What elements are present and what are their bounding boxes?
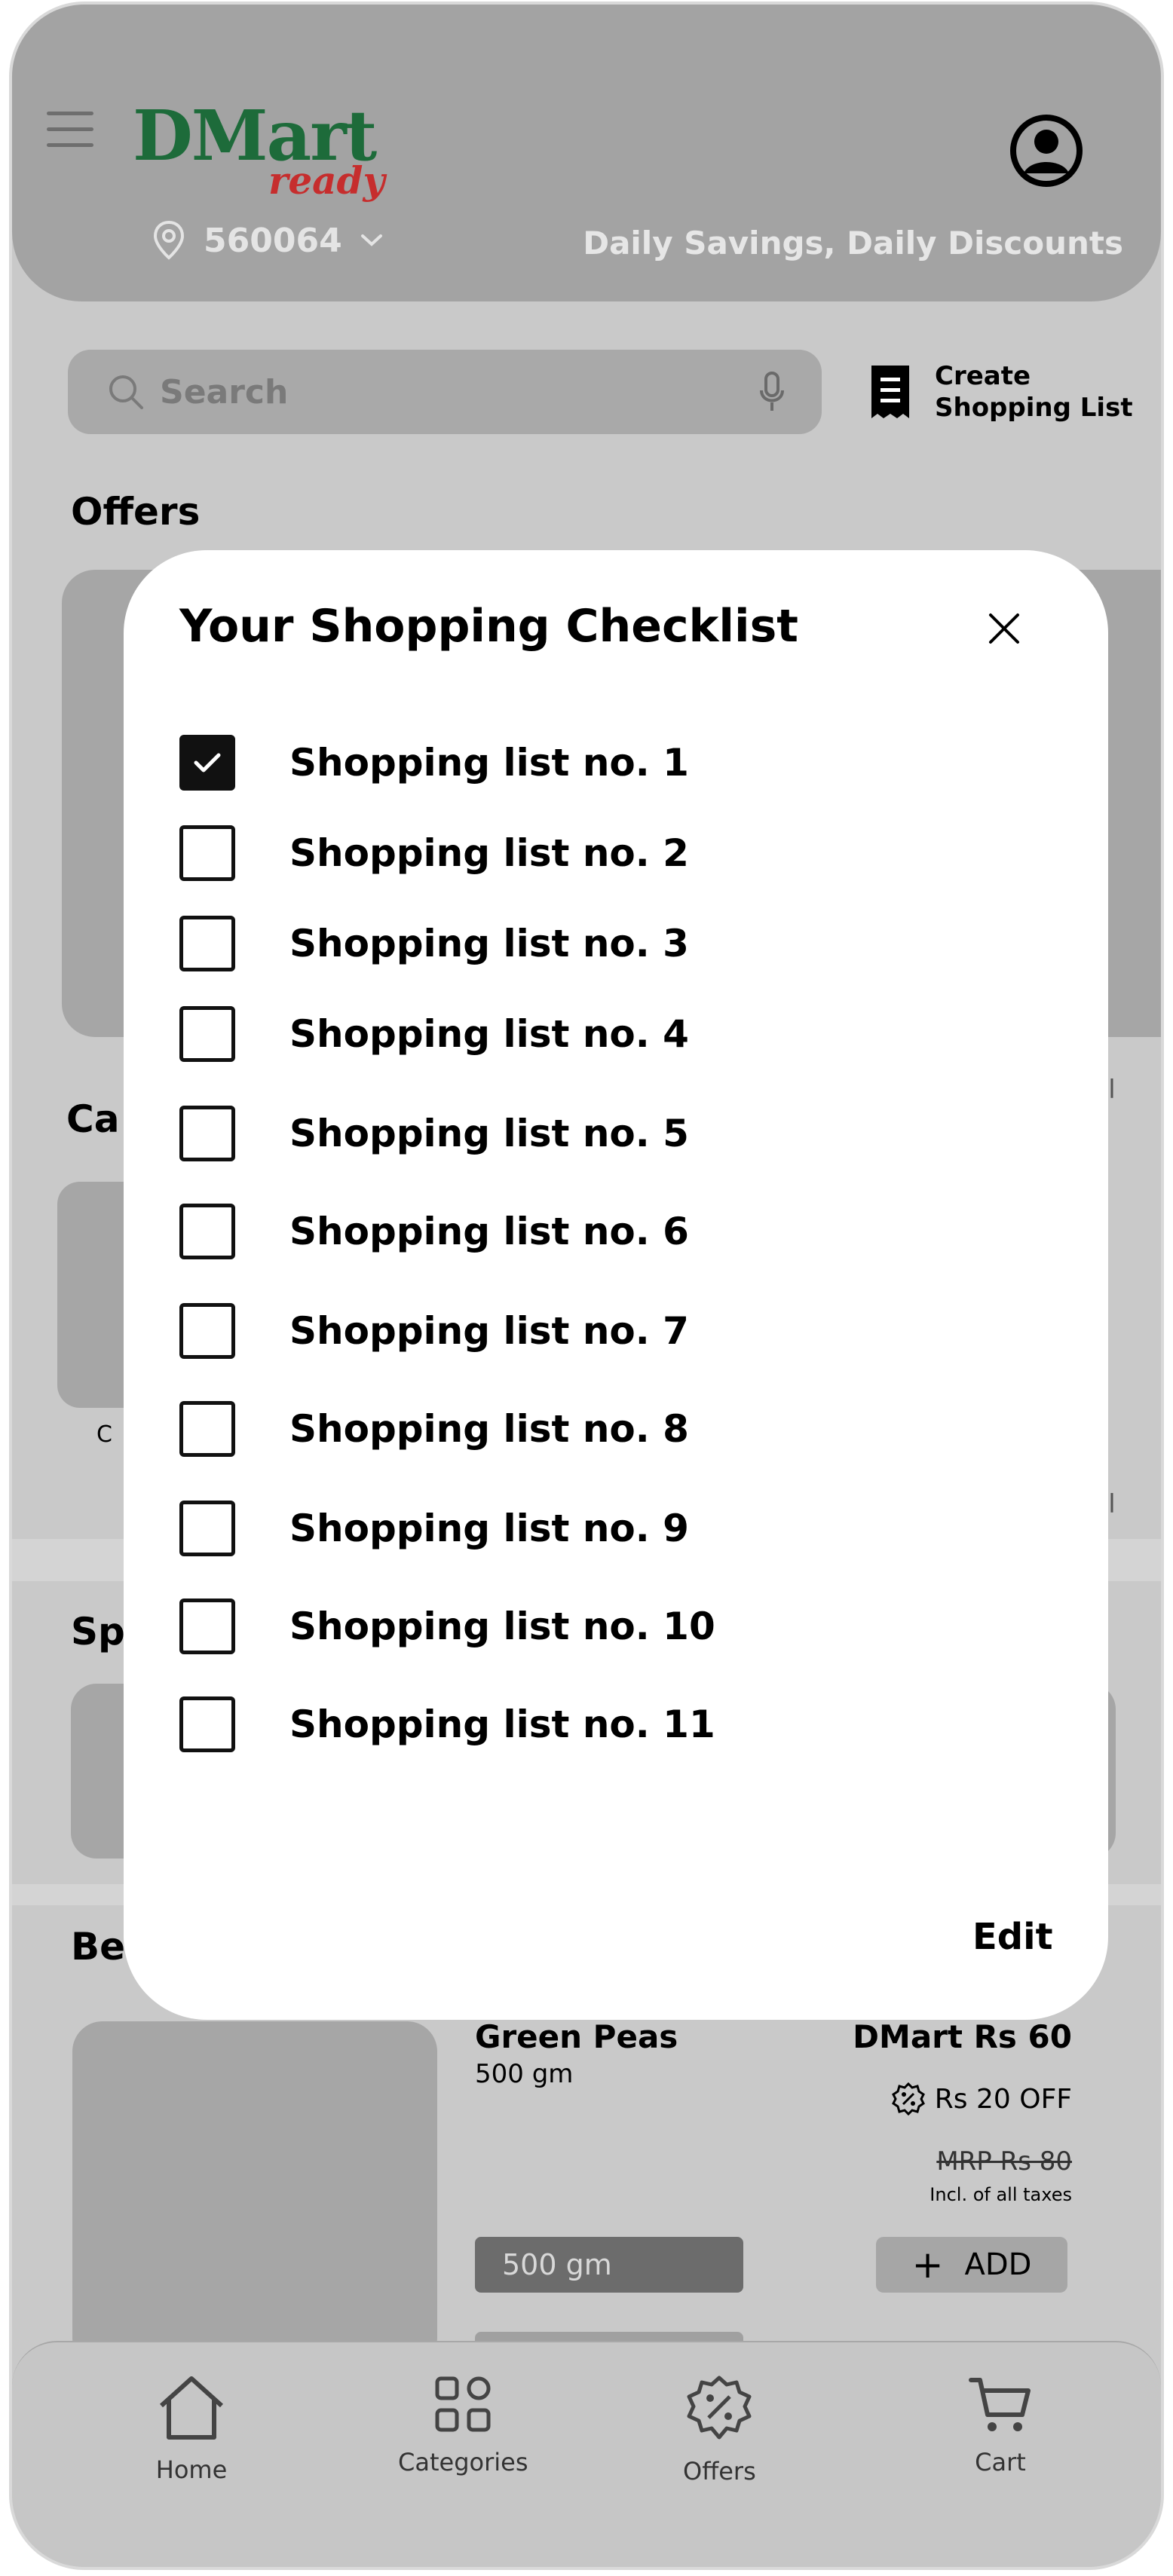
nav-label-home: Home <box>155 2455 228 2484</box>
checklist-item[interactable]: Shopping list no. 4 <box>179 1004 689 1064</box>
categories-icon <box>435 2376 491 2432</box>
checkbox-checked[interactable] <box>179 735 235 791</box>
nav-label-cart: Cart <box>975 2448 1026 2477</box>
create-shopping-list-button[interactable]: Create Shopping List <box>868 360 1133 424</box>
product-discount: Rs 20 OFF <box>891 2082 1072 2116</box>
search-input[interactable]: Search <box>160 373 758 411</box>
nav-label-categories: Categories <box>398 2448 528 2477</box>
product-name[interactable]: Green Peas <box>475 2018 678 2055</box>
checklist-item[interactable]: Shopping list no. 8 <box>179 1399 689 1459</box>
product-weight: 500 gm <box>475 2059 574 2089</box>
product-mrp: MRP Rs 80 <box>936 2146 1072 2177</box>
checkbox-unchecked[interactable] <box>179 1599 235 1654</box>
checklist-item-label: Shopping list no. 3 <box>289 922 689 965</box>
checkbox-unchecked[interactable] <box>179 1501 235 1556</box>
checklist-item[interactable]: Shopping list no. 10 <box>179 1596 715 1657</box>
tax-note: Incl. of all taxes <box>930 2184 1072 2205</box>
product-image[interactable] <box>72 2021 437 2368</box>
cart-icon <box>969 2378 1031 2431</box>
nav-item-home[interactable]: Home <box>155 2374 228 2484</box>
bestseller-section-title: Be <box>71 1925 126 1969</box>
checkbox-unchecked[interactable] <box>179 1303 235 1359</box>
checklist-item[interactable]: Shopping list no. 6 <box>179 1201 689 1262</box>
checklist-item[interactable]: Shopping list no. 5 <box>179 1103 689 1164</box>
checklist-item[interactable]: Shopping list no. 1 <box>179 733 689 793</box>
product-price: DMart Rs 60 <box>853 2018 1072 2055</box>
checklist-item-label: Shopping list no. 11 <box>289 1703 715 1746</box>
receipt-list-icon <box>871 366 909 418</box>
checkbox-unchecked[interactable] <box>179 916 235 971</box>
checklist-item-label: Shopping list no. 2 <box>289 831 689 875</box>
checkbox-unchecked[interactable] <box>179 1204 235 1259</box>
checklist-item-label: Shopping list no. 1 <box>289 741 689 785</box>
app-header: DMart ready 560064 Daily Savings, Daily … <box>12 5 1161 301</box>
nav-item-categories[interactable]: Categories <box>398 2374 528 2477</box>
chevron-down-icon <box>360 234 382 246</box>
search-icon <box>109 375 143 409</box>
shopping-checklist-modal: Your Shopping Checklist Shopping list no… <box>124 550 1108 2020</box>
nav-item-cart[interactable]: Cart <box>968 2374 1033 2477</box>
tagline: Daily Savings, Daily Discounts <box>583 225 1123 262</box>
add-label: ADD <box>964 2247 1032 2282</box>
offers-badge-icon <box>687 2376 752 2440</box>
checklist-item-label: Shopping list no. 7 <box>289 1309 689 1353</box>
checkmark-icon <box>194 753 221 772</box>
checklist-item-label: Shopping list no. 10 <box>289 1605 715 1648</box>
nav-label-offers: Offers <box>683 2457 756 2486</box>
pincode-text: 560064 <box>204 221 342 260</box>
location-pin-icon <box>153 220 185 260</box>
create-list-label: Create Shopping List <box>935 360 1133 424</box>
special-section-title: Sp <box>71 1610 125 1654</box>
app-screen: DMart ready 560064 Daily Savings, Daily … <box>12 5 1161 2567</box>
microphone-icon[interactable] <box>758 371 786 413</box>
checklist-item[interactable]: Shopping list no. 2 <box>179 823 689 883</box>
close-icon[interactable] <box>986 610 1022 647</box>
category-label: C <box>96 1421 112 1448</box>
discount-badge-icon <box>891 2082 925 2116</box>
checklist-item[interactable]: Shopping list no. 3 <box>179 913 689 974</box>
search-bar[interactable]: Search <box>68 350 822 434</box>
checkbox-unchecked[interactable] <box>179 825 235 881</box>
offers-section-title: Offers <box>71 490 201 534</box>
weight-dropdown[interactable]: 500 gm <box>475 2237 743 2293</box>
checklist-item-label: Shopping list no. 9 <box>289 1507 689 1550</box>
discount-text: Rs 20 OFF <box>934 2083 1072 2115</box>
location-selector[interactable]: 560064 <box>152 214 383 267</box>
home-icon <box>159 2376 224 2440</box>
checklist-item[interactable]: Shopping list no. 7 <box>179 1301 689 1361</box>
checklist-item[interactable]: Shopping list no. 11 <box>179 1694 715 1755</box>
hamburger-menu-icon[interactable] <box>47 112 93 148</box>
checklist-item-label: Shopping list no. 6 <box>289 1210 689 1253</box>
checklist-item[interactable]: Shopping list no. 9 <box>179 1498 689 1559</box>
create-list-line1: Create <box>935 361 1031 391</box>
edit-button[interactable]: Edit <box>972 1916 1053 1958</box>
categories-section-title: Ca <box>66 1097 120 1141</box>
checklist-item-label: Shopping list no. 4 <box>289 1012 689 1056</box>
add-to-cart-button[interactable]: + ADD <box>876 2237 1067 2293</box>
nav-item-offers[interactable]: Offers <box>683 2374 756 2486</box>
checkbox-unchecked[interactable] <box>179 1401 235 1457</box>
plus-icon: + <box>911 2243 944 2287</box>
dmart-ready-logo[interactable]: DMart ready <box>133 95 389 203</box>
bottom-navigation: Home Categories Offers Cart <box>12 2341 1161 2567</box>
checkbox-unchecked[interactable] <box>179 1696 235 1752</box>
checkbox-unchecked[interactable] <box>179 1006 235 1062</box>
checklist-item-label: Shopping list no. 5 <box>289 1112 689 1155</box>
profile-avatar-icon[interactable] <box>1009 113 1084 188</box>
logo-brand-sub: ready <box>268 158 385 203</box>
checklist-item-label: Shopping list no. 8 <box>289 1407 689 1451</box>
modal-title: Your Shopping Checklist <box>179 600 798 653</box>
checkbox-unchecked[interactable] <box>179 1106 235 1161</box>
create-list-line2: Shopping List <box>935 393 1133 423</box>
